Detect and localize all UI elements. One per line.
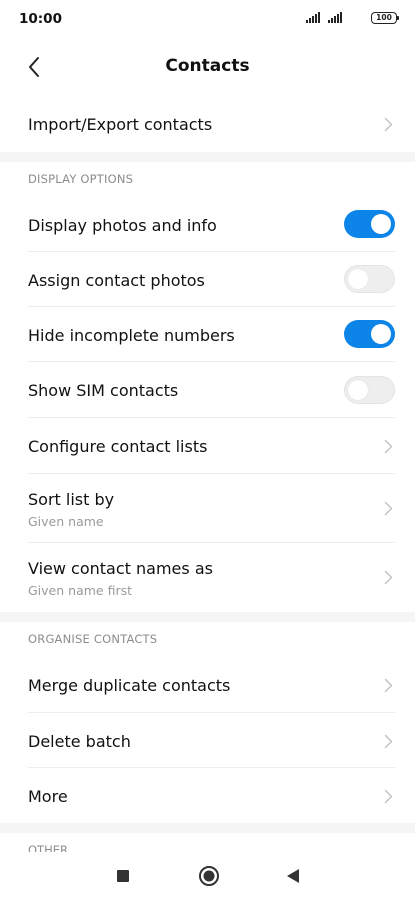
recents-button[interactable] (109, 862, 137, 890)
chevron-right-icon (384, 117, 393, 132)
hide-incomplete-label: Hide incomplete numbers (28, 326, 235, 345)
view-names-value: Given name first (28, 583, 132, 598)
delete-batch-row[interactable]: Delete batch (0, 713, 415, 768)
chevron-right-icon (384, 570, 393, 585)
chevron-right-icon (384, 678, 393, 693)
toggle-knob (371, 214, 391, 234)
chevron-right-icon (384, 734, 393, 749)
hide-incomplete-toggle[interactable] (344, 320, 395, 348)
status-time: 10:00 (19, 11, 62, 27)
signal-icon (306, 12, 323, 23)
configure-lists-row[interactable]: Configure contact lists (0, 418, 415, 473)
chevron-right-icon (384, 439, 393, 454)
triangle-icon (287, 869, 299, 883)
home-button[interactable] (195, 862, 223, 890)
section-gap (0, 823, 415, 833)
more-label: More (28, 787, 68, 806)
circle-icon (199, 866, 219, 886)
sort-list-label: Sort list by (28, 490, 115, 509)
import-export-label: Import/Export contacts (28, 115, 213, 134)
merge-duplicates-row[interactable]: Merge duplicate contacts (0, 657, 415, 712)
section-label-display-options: DISPLAY OPTIONS (28, 172, 134, 186)
display-photos-row[interactable]: Display photos and info (0, 197, 415, 252)
toggle-knob (371, 324, 391, 344)
section-gap (0, 612, 415, 622)
sort-list-row[interactable]: Sort list by Given name (0, 474, 415, 542)
display-photos-label: Display photos and info (28, 216, 217, 235)
show-sim-toggle[interactable] (344, 376, 395, 404)
configure-lists-label: Configure contact lists (28, 437, 208, 456)
section-gap (0, 152, 415, 162)
view-names-row[interactable]: View contact names as Given name first (0, 543, 415, 611)
view-names-label: View contact names as (28, 559, 213, 578)
show-sim-row[interactable]: Show SIM contacts (0, 362, 415, 417)
page-title: Contacts (165, 56, 250, 76)
toggle-knob (348, 269, 368, 289)
sort-list-value: Given name (28, 514, 104, 529)
chevron-right-icon (384, 501, 393, 516)
more-row[interactable]: More (0, 768, 415, 823)
show-sim-label: Show SIM contacts (28, 381, 179, 400)
merge-duplicates-label: Merge duplicate contacts (28, 676, 231, 695)
signal-icon (328, 12, 345, 23)
hide-incomplete-row[interactable]: Hide incomplete numbers (0, 307, 415, 362)
navigation-bar (0, 852, 415, 900)
assign-photos-label: Assign contact photos (28, 271, 205, 290)
delete-batch-label: Delete batch (28, 732, 131, 751)
assign-photos-row[interactable]: Assign contact photos (0, 252, 415, 307)
display-photos-toggle[interactable] (344, 210, 395, 238)
header: Contacts (0, 38, 415, 96)
square-icon (117, 870, 129, 882)
toggle-knob (348, 380, 368, 400)
status-bar: 10:00 100 (0, 0, 415, 38)
battery-icon: 100 (371, 12, 397, 24)
chevron-right-icon (384, 789, 393, 804)
import-export-row[interactable]: Import/Export contacts (0, 96, 415, 152)
assign-photos-toggle[interactable] (344, 265, 395, 293)
battery-tip (397, 16, 399, 20)
section-label-organise-contacts: ORGANISE CONTACTS (28, 632, 158, 646)
back-nav-button[interactable] (279, 862, 307, 890)
